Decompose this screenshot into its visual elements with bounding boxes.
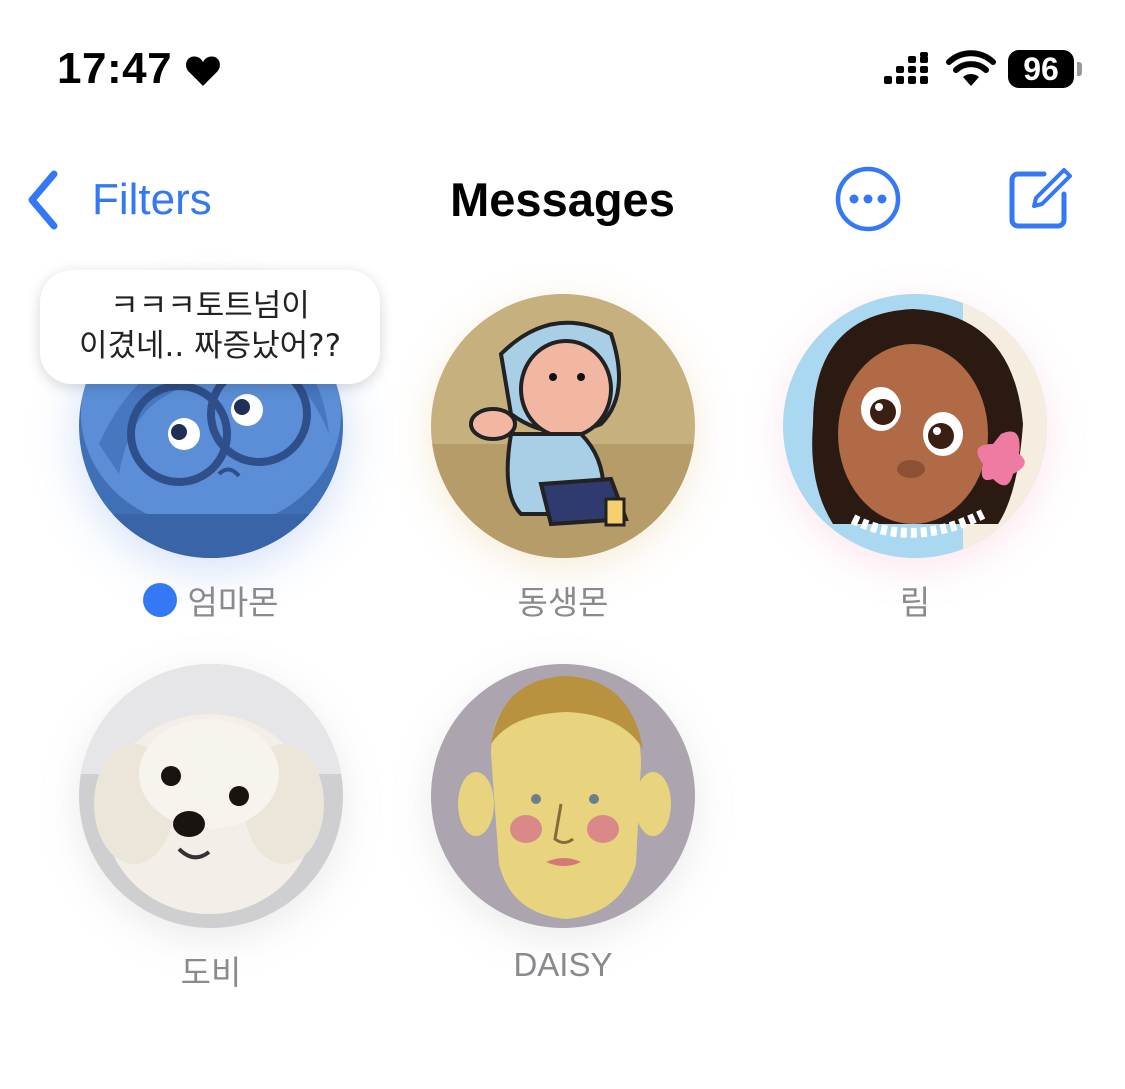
pinned-name: DAISY [513, 946, 613, 983]
avatar [79, 664, 343, 928]
bubble-tail [302, 100, 330, 130]
avatar [431, 294, 695, 558]
pinned-name: 엄마몬 [39, 576, 383, 624]
compose-icon[interactable] [1004, 162, 1076, 234]
heart-icon [186, 56, 220, 86]
pinned-name: 도비 [180, 954, 242, 991]
wifi-icon [946, 50, 996, 86]
message-preview-text: ㅋㅋㅋ토트넘이 이겼네.. 짜증났어?? [78, 288, 342, 364]
avatar [783, 294, 1047, 558]
message-preview-bubble[interactable]: ㅋㅋㅋ토트넘이 이겼네.. 짜증났어?? [40, 270, 380, 384]
avatar-image [79, 664, 343, 928]
status-time: 17:47 [57, 44, 173, 93]
ellipsis-circle-icon[interactable] [834, 165, 902, 233]
chevron-left-icon [28, 170, 58, 230]
avatar [431, 664, 695, 928]
status-bar: 17:47 96 [0, 0, 1125, 130]
cellular-signal-icon [884, 52, 928, 84]
back-button[interactable]: Filters [24, 168, 212, 232]
battery-level: 96 [1023, 51, 1059, 87]
pinned-name: 림 [899, 584, 931, 621]
battery-icon: 96 [1008, 50, 1084, 90]
unread-indicator [143, 583, 178, 617]
avatar-image [431, 664, 695, 928]
avatar-image [783, 294, 1047, 558]
avatar-image [431, 294, 695, 558]
back-label: Filters [92, 175, 212, 224]
nav-bar: Filters Messages [0, 160, 1125, 240]
pinned-name: 동생몬 [517, 584, 609, 621]
